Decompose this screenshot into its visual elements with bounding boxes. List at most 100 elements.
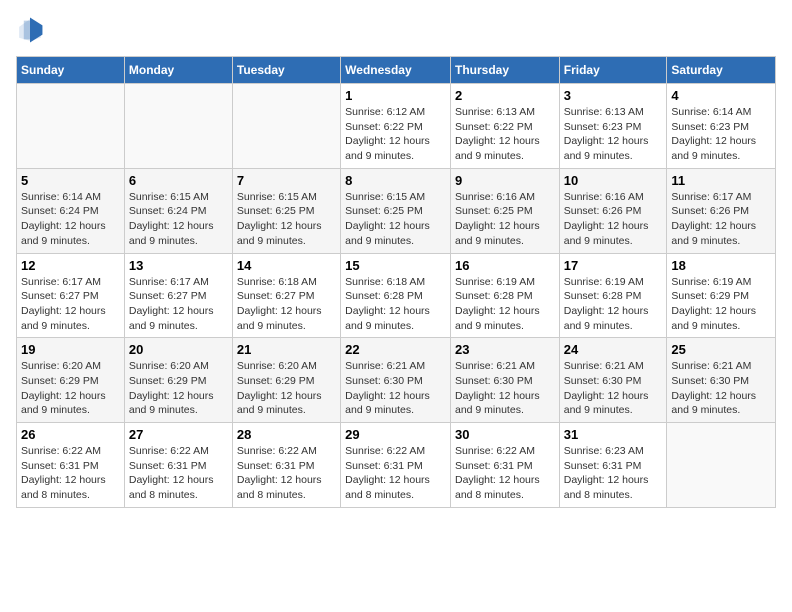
day-info: Sunrise: 6:22 AMSunset: 6:31 PMDaylight:…: [237, 444, 336, 503]
day-number: 25: [671, 342, 771, 357]
day-number: 22: [345, 342, 446, 357]
day-number: 9: [455, 173, 555, 188]
day-number: 30: [455, 427, 555, 442]
day-info: Sunrise: 6:22 AMSunset: 6:31 PMDaylight:…: [455, 444, 555, 503]
calendar-cell: 1 Sunrise: 6:12 AMSunset: 6:22 PMDaylight…: [341, 84, 451, 169]
calendar-cell: 29 Sunrise: 6:22 AMSunset: 6:31 PMDayligh…: [341, 423, 451, 508]
logo-icon: [16, 16, 44, 44]
day-info: Sunrise: 6:20 AMSunset: 6:29 PMDaylight:…: [21, 359, 120, 418]
day-info: Sunrise: 6:21 AMSunset: 6:30 PMDaylight:…: [671, 359, 771, 418]
day-number: 7: [237, 173, 336, 188]
calendar-cell: [124, 84, 232, 169]
day-number: 27: [129, 427, 228, 442]
day-info: Sunrise: 6:17 AMSunset: 6:26 PMDaylight:…: [671, 190, 771, 249]
calendar-cell: 22 Sunrise: 6:21 AMSunset: 6:30 PMDayligh…: [341, 338, 451, 423]
calendar-header-row: SundayMondayTuesdayWednesdayThursdayFrid…: [17, 57, 776, 84]
day-info: Sunrise: 6:15 AMSunset: 6:25 PMDaylight:…: [237, 190, 336, 249]
calendar-cell: 30 Sunrise: 6:22 AMSunset: 6:31 PMDayligh…: [450, 423, 559, 508]
day-number: 13: [129, 258, 228, 273]
calendar-cell: [667, 423, 776, 508]
day-info: Sunrise: 6:21 AMSunset: 6:30 PMDaylight:…: [345, 359, 446, 418]
day-info: Sunrise: 6:17 AMSunset: 6:27 PMDaylight:…: [129, 275, 228, 334]
calendar-cell: 7 Sunrise: 6:15 AMSunset: 6:25 PMDaylight…: [232, 168, 340, 253]
day-number: 26: [21, 427, 120, 442]
day-number: 10: [564, 173, 663, 188]
day-number: 4: [671, 88, 771, 103]
day-number: 14: [237, 258, 336, 273]
calendar-header-thursday: Thursday: [450, 57, 559, 84]
calendar-week-0: 1 Sunrise: 6:12 AMSunset: 6:22 PMDaylight…: [17, 84, 776, 169]
day-info: Sunrise: 6:19 AMSunset: 6:28 PMDaylight:…: [564, 275, 663, 334]
day-info: Sunrise: 6:22 AMSunset: 6:31 PMDaylight:…: [345, 444, 446, 503]
calendar-cell: 28 Sunrise: 6:22 AMSunset: 6:31 PMDayligh…: [232, 423, 340, 508]
calendar-cell: 31 Sunrise: 6:23 AMSunset: 6:31 PMDayligh…: [559, 423, 667, 508]
day-info: Sunrise: 6:13 AMSunset: 6:23 PMDaylight:…: [564, 105, 663, 164]
day-number: 5: [21, 173, 120, 188]
calendar-cell: 26 Sunrise: 6:22 AMSunset: 6:31 PMDayligh…: [17, 423, 125, 508]
day-number: 20: [129, 342, 228, 357]
day-number: 24: [564, 342, 663, 357]
day-info: Sunrise: 6:21 AMSunset: 6:30 PMDaylight:…: [564, 359, 663, 418]
calendar-week-4: 26 Sunrise: 6:22 AMSunset: 6:31 PMDayligh…: [17, 423, 776, 508]
calendar-cell: 11 Sunrise: 6:17 AMSunset: 6:26 PMDayligh…: [667, 168, 776, 253]
day-number: 23: [455, 342, 555, 357]
calendar-cell: 15 Sunrise: 6:18 AMSunset: 6:28 PMDayligh…: [341, 253, 451, 338]
day-info: Sunrise: 6:18 AMSunset: 6:27 PMDaylight:…: [237, 275, 336, 334]
logo: [16, 16, 48, 44]
calendar-cell: 2Sunrise: 6:13 AMSunset: 6:22 PMDaylight…: [450, 84, 559, 169]
day-number: 8: [345, 173, 446, 188]
day-info: Sunrise: 6:20 AMSunset: 6:29 PMDaylight:…: [237, 359, 336, 418]
day-info: Sunrise: 6:19 AMSunset: 6:29 PMDaylight:…: [671, 275, 771, 334]
calendar-cell: 18Sunrise: 6:19 AMSunset: 6:29 PMDayligh…: [667, 253, 776, 338]
calendar-header-sunday: Sunday: [17, 57, 125, 84]
calendar-cell: 23 Sunrise: 6:21 AMSunset: 6:30 PMDayligh…: [450, 338, 559, 423]
calendar-cell: 27 Sunrise: 6:22 AMSunset: 6:31 PMDayligh…: [124, 423, 232, 508]
calendar-week-2: 12Sunrise: 6:17 AMSunset: 6:27 PMDayligh…: [17, 253, 776, 338]
calendar-table: SundayMondayTuesdayWednesdayThursdayFrid…: [16, 56, 776, 508]
day-info: Sunrise: 6:20 AMSunset: 6:29 PMDaylight:…: [129, 359, 228, 418]
day-number: 17: [564, 258, 663, 273]
calendar-header-tuesday: Tuesday: [232, 57, 340, 84]
day-info: Sunrise: 6:13 AMSunset: 6:22 PMDaylight:…: [455, 105, 555, 164]
day-number: 3: [564, 88, 663, 103]
day-number: 15: [345, 258, 446, 273]
day-number: 6: [129, 173, 228, 188]
day-info: Sunrise: 6:22 AMSunset: 6:31 PMDaylight:…: [21, 444, 120, 503]
calendar-cell: 17 Sunrise: 6:19 AMSunset: 6:28 PMDayligh…: [559, 253, 667, 338]
day-info: Sunrise: 6:14 AMSunset: 6:23 PMDaylight:…: [671, 105, 771, 164]
day-info: Sunrise: 6:14 AMSunset: 6:24 PMDaylight:…: [21, 190, 120, 249]
day-number: 19: [21, 342, 120, 357]
calendar-cell: 8 Sunrise: 6:15 AMSunset: 6:25 PMDaylight…: [341, 168, 451, 253]
day-info: Sunrise: 6:15 AMSunset: 6:25 PMDaylight:…: [345, 190, 446, 249]
calendar-cell: 24 Sunrise: 6:21 AMSunset: 6:30 PMDayligh…: [559, 338, 667, 423]
day-info: Sunrise: 6:12 AMSunset: 6:22 PMDaylight:…: [345, 105, 446, 164]
day-info: Sunrise: 6:23 AMSunset: 6:31 PMDaylight:…: [564, 444, 663, 503]
calendar-body: 1 Sunrise: 6:12 AMSunset: 6:22 PMDaylight…: [17, 84, 776, 508]
calendar-header-friday: Friday: [559, 57, 667, 84]
day-info: Sunrise: 6:22 AMSunset: 6:31 PMDaylight:…: [129, 444, 228, 503]
calendar-cell: 16Sunrise: 6:19 AMSunset: 6:28 PMDayligh…: [450, 253, 559, 338]
calendar-cell: 25 Sunrise: 6:21 AMSunset: 6:30 PMDayligh…: [667, 338, 776, 423]
day-number: 1: [345, 88, 446, 103]
page-header: [16, 16, 776, 44]
calendar-cell: 21Sunrise: 6:20 AMSunset: 6:29 PMDayligh…: [232, 338, 340, 423]
calendar-header-monday: Monday: [124, 57, 232, 84]
calendar-header-wednesday: Wednesday: [341, 57, 451, 84]
calendar-cell: 20 Sunrise: 6:20 AMSunset: 6:29 PMDayligh…: [124, 338, 232, 423]
calendar-cell: 10Sunrise: 6:16 AMSunset: 6:26 PMDayligh…: [559, 168, 667, 253]
day-info: Sunrise: 6:16 AMSunset: 6:25 PMDaylight:…: [455, 190, 555, 249]
day-number: 29: [345, 427, 446, 442]
calendar-cell: 5 Sunrise: 6:14 AMSunset: 6:24 PMDaylight…: [17, 168, 125, 253]
calendar-cell: [17, 84, 125, 169]
day-info: Sunrise: 6:21 AMSunset: 6:30 PMDaylight:…: [455, 359, 555, 418]
calendar-cell: 4 Sunrise: 6:14 AMSunset: 6:23 PMDaylight…: [667, 84, 776, 169]
calendar-cell: 9 Sunrise: 6:16 AMSunset: 6:25 PMDaylight…: [450, 168, 559, 253]
day-info: Sunrise: 6:18 AMSunset: 6:28 PMDaylight:…: [345, 275, 446, 334]
calendar-cell: 6Sunrise: 6:15 AMSunset: 6:24 PMDaylight…: [124, 168, 232, 253]
day-number: 28: [237, 427, 336, 442]
calendar-cell: 19 Sunrise: 6:20 AMSunset: 6:29 PMDayligh…: [17, 338, 125, 423]
day-number: 11: [671, 173, 771, 188]
calendar-cell: 12Sunrise: 6:17 AMSunset: 6:27 PMDayligh…: [17, 253, 125, 338]
calendar-week-1: 5 Sunrise: 6:14 AMSunset: 6:24 PMDaylight…: [17, 168, 776, 253]
day-number: 31: [564, 427, 663, 442]
